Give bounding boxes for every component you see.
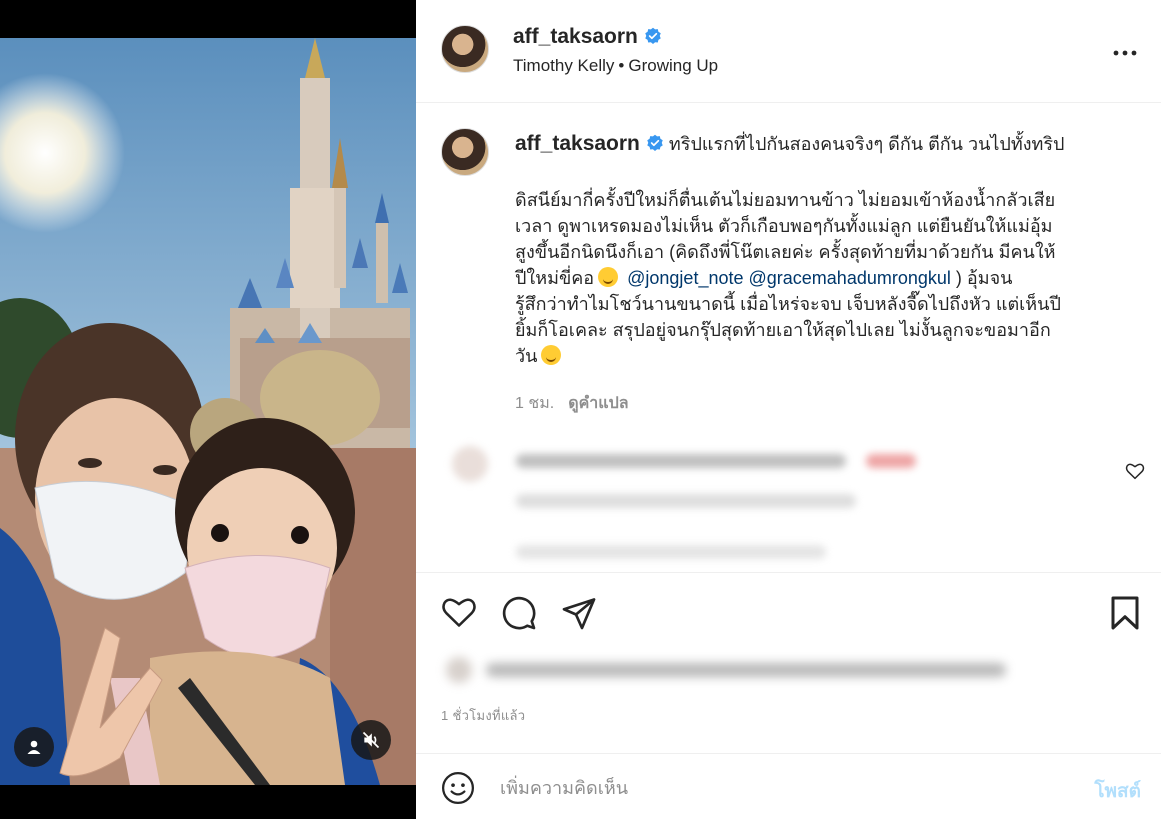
liker-avatar — [446, 657, 472, 683]
verified-badge-icon — [645, 27, 661, 44]
caption-first-line: aff_taksaorn ทริปแรกที่ไปกันสองคนจริงๆ ด… — [515, 132, 1155, 156]
comment-line — [516, 494, 856, 508]
caption-body: ดิสนีย์มากี่ครั้งปีใหม่ก็ตื่นเต้นไม่ยอมท… — [515, 187, 1130, 369]
blurred-comment — [446, 440, 1136, 570]
caption-line: ยิ้มก็โอเคละ สรุปอยู่จนกรุ๊ปสุดท้ายเอาให… — [515, 320, 1051, 340]
mention-link[interactable]: @jongjet_note — [627, 268, 743, 288]
post-timestamp[interactable]: 1 ชั่วโมงที่แล้ว — [441, 705, 525, 726]
comment-line — [516, 545, 826, 559]
bookmark-icon[interactable] — [1110, 595, 1140, 631]
mention-link[interactable]: @gracemahadumrongkul — [749, 268, 951, 288]
comment-line — [866, 454, 916, 468]
music-separator: • — [618, 56, 625, 75]
music-artist[interactable]: Timothy Kelly — [513, 56, 614, 75]
caption: aff_taksaorn ทริปแรกที่ไปกันสองคนจริงๆ ด… — [416, 104, 1161, 434]
caption-meta: 1 ชม. ดูคำแปล — [515, 391, 629, 416]
photo-illustration — [0, 38, 416, 785]
author-username-text[interactable]: aff_taksaorn — [513, 25, 638, 48]
more-options-button[interactable] — [1113, 38, 1137, 60]
grinning-emoji-icon — [541, 345, 562, 365]
comment-icon[interactable] — [501, 595, 537, 631]
caption-line-text: ) อุ้มจน — [950, 268, 1013, 288]
caption-line: ปีใหม่ขี่คอ @jongjet_note @gracemahadumr… — [515, 265, 1130, 291]
tag-button[interactable] — [14, 727, 54, 767]
music-info[interactable]: Timothy Kelly • Growing Up — [513, 56, 718, 76]
emoji-icon[interactable] — [441, 771, 475, 805]
music-song[interactable]: Growing Up — [628, 56, 718, 75]
more-options-icon — [1113, 50, 1137, 56]
mute-icon — [362, 731, 380, 749]
smiling-emoji-icon — [598, 267, 619, 287]
see-translation-link[interactable]: ดูคำแปล — [568, 395, 628, 412]
heart-icon[interactable] — [1125, 462, 1145, 480]
post-comment-button[interactable]: โพสต์ — [1094, 776, 1141, 806]
blurred-likes — [446, 655, 1006, 685]
caption-author-avatar[interactable] — [441, 128, 489, 176]
caption-line: วัน — [515, 343, 1130, 369]
caption-line: ดิสนีย์มากี่ครั้งปีใหม่ก็ตื่นเต้นไม่ยอมท… — [515, 190, 1056, 210]
caption-title-text: ทริปแรกที่ไปกันสองคนจริงๆ ดีกัน ตีกัน วน… — [668, 134, 1065, 154]
caption-line-text: วัน — [515, 346, 538, 366]
action-bar — [416, 572, 1161, 652]
post-header: aff_taksaorn Timothy Kelly • Growing Up — [416, 0, 1161, 103]
post-media[interactable] — [0, 0, 416, 819]
caption-line: รู้สึกว่าทำไมโชว์นานขนาดนี้ เมื่อไหร่จะจ… — [515, 294, 1061, 314]
verified-badge-icon — [647, 134, 663, 151]
post-side-panel: aff_taksaorn Timothy Kelly • Growing Up af… — [416, 0, 1161, 819]
comment-avatar — [452, 446, 488, 482]
add-comment-bar: โพสต์ — [416, 753, 1161, 819]
likes-text-line — [486, 663, 1006, 677]
caption-line-text: ปีใหม่ขี่คอ — [515, 268, 595, 288]
author-username[interactable]: aff_taksaorn — [513, 25, 662, 49]
post-photo[interactable] — [0, 38, 416, 785]
caption-line: สูงขึ้นอีกนิดนึงก็เอา (คิดถึงพี่โน๊ตเลยค… — [515, 242, 1056, 262]
heart-icon[interactable] — [441, 595, 477, 629]
share-icon[interactable] — [561, 595, 597, 631]
caption-age[interactable]: 1 ชม. — [515, 395, 554, 412]
author-avatar[interactable] — [441, 25, 489, 73]
comment-input[interactable] — [500, 772, 1040, 804]
caption-line: เวลา ดูพาเหรดมองไม่เห็น ตัวก็เกือบพอๆกัน… — [515, 216, 1053, 236]
mute-button[interactable] — [351, 720, 391, 760]
comment-line — [516, 454, 846, 468]
user-tag-icon — [27, 740, 41, 754]
caption-username[interactable]: aff_taksaorn — [515, 132, 640, 155]
